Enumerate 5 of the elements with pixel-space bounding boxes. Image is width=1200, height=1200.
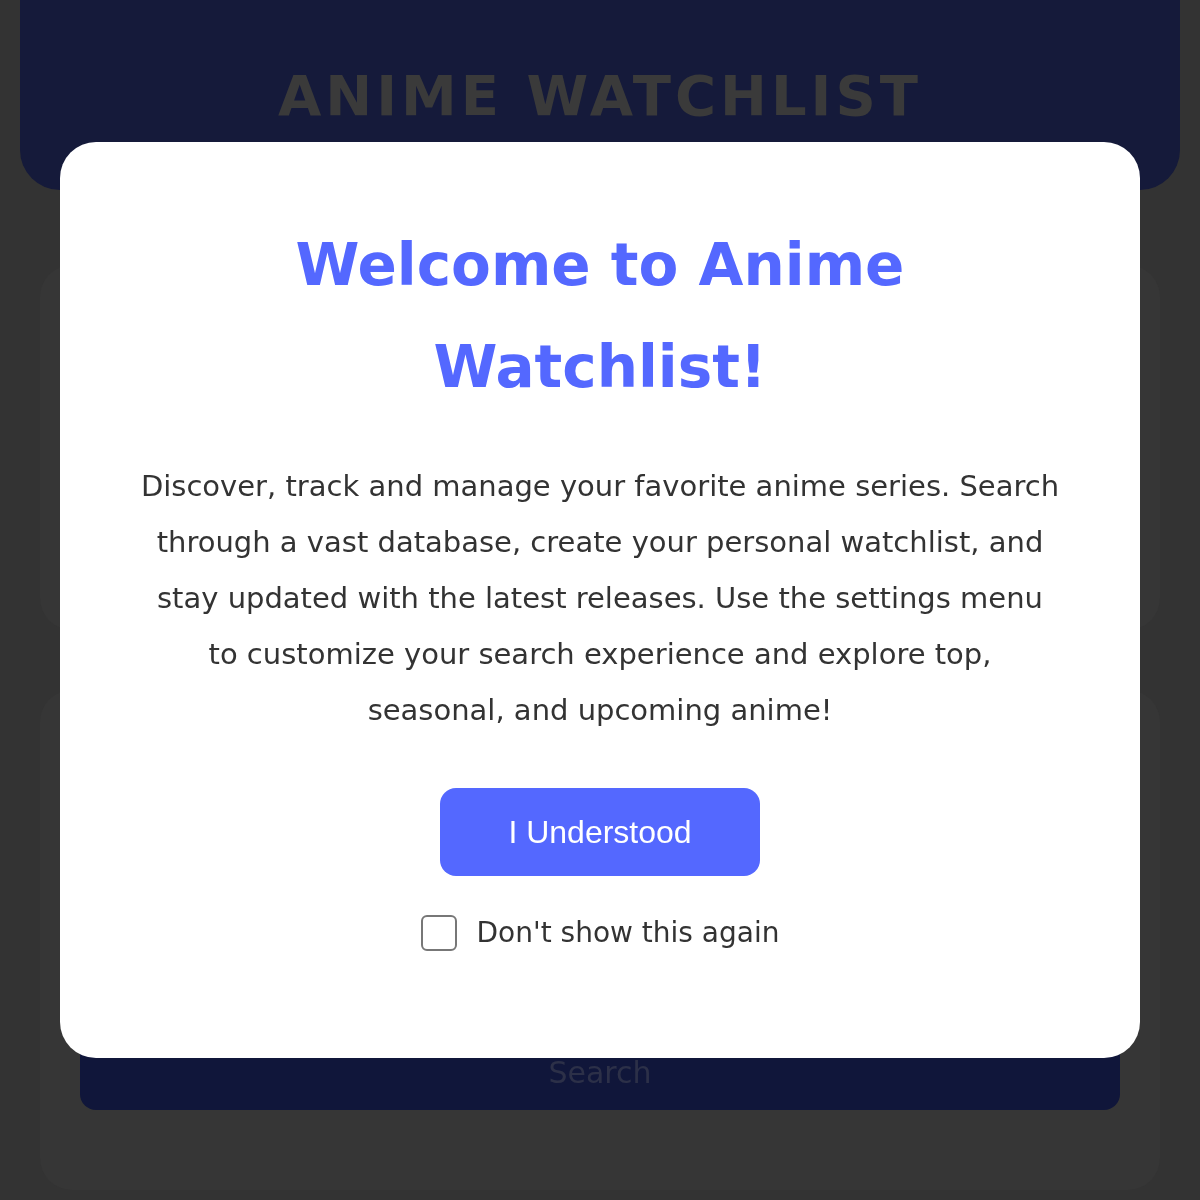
- checkbox[interactable]: [420, 915, 457, 951]
- dialog-message: Discover, track and manage your favorite anime series. Search through a vast database, create your personal watchlist, and stay updated with the latest releases. Use the settings menu to customize your search experience and explore top, seasonal, and upcoming anime!: [140, 468, 1060, 729]
- understood-button[interactable]: I Understood: [440, 788, 760, 876]
- dialog-title: Welcome to Anime Watchlist!: [294, 230, 906, 403]
- checkbox-label: Don't show this again: [476, 915, 780, 951]
